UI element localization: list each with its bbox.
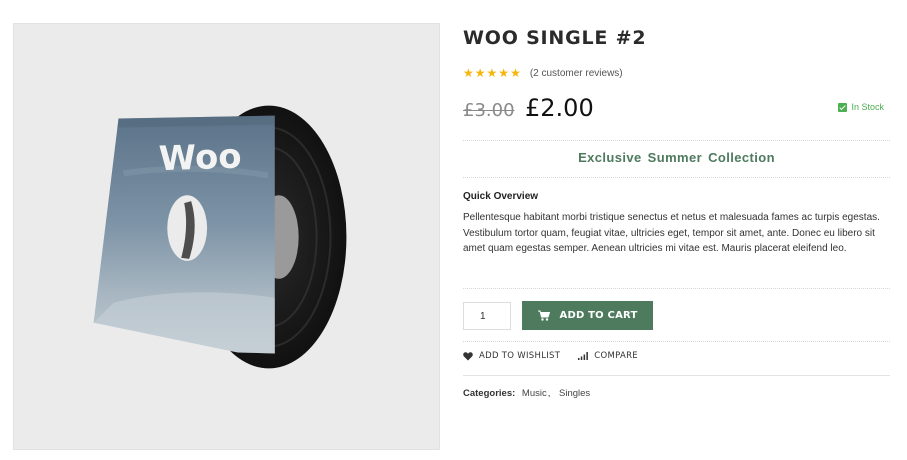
add-to-cart-button[interactable]: ADD TO CART	[522, 301, 653, 330]
product-rating: ★ ★ ★ ★ ★ (2 customer reviews)	[463, 67, 623, 79]
quantity-input[interactable]	[463, 302, 511, 330]
product-image[interactable]: Woo	[13, 23, 440, 450]
add-to-wishlist-label: ADD TO WISHLIST	[479, 351, 561, 361]
price-row: £3.00 £2.00 In Stock	[463, 94, 890, 126]
quick-overview-heading: Quick Overview	[463, 191, 539, 202]
star-icon: ★	[486, 66, 498, 80]
sale-price: £2.00	[525, 94, 594, 122]
check-icon	[838, 102, 848, 112]
categories-label: Categories:	[463, 388, 516, 399]
add-to-wishlist-link[interactable]: ADD TO WISHLIST	[463, 351, 560, 361]
compare-label: COMPARE	[594, 351, 638, 361]
compare-link[interactable]: COMPARE	[578, 351, 638, 361]
star-icon: ★	[474, 66, 486, 80]
category-link-singles[interactable]: Singles	[559, 388, 590, 399]
stock-status: In Stock	[838, 102, 884, 112]
cart-icon	[537, 310, 550, 321]
woo-logo-text: Woo	[158, 136, 242, 178]
product-title: WOO SINGLE #2	[463, 27, 647, 49]
bar-chart-icon	[578, 352, 589, 360]
star-rating: ★ ★ ★ ★ ★	[463, 67, 521, 79]
star-icon: ★	[498, 66, 510, 80]
divider	[463, 177, 890, 178]
collection-heading: Exclusive Summer Collection	[578, 150, 775, 165]
product-categories: Categories: Music, Singles	[463, 388, 590, 399]
stock-status-label: In Stock	[851, 102, 884, 112]
category-separator: ,	[547, 388, 551, 399]
old-price: £3.00	[463, 100, 515, 121]
star-icon: ★	[463, 66, 474, 80]
customer-reviews-link[interactable]: (2 customer reviews)	[530, 68, 623, 79]
category-link-music[interactable]: Music	[522, 388, 547, 399]
star-icon: ★	[510, 66, 521, 80]
divider	[463, 375, 890, 376]
product-actions: ADD TO WISHLIST COMPARE	[463, 351, 638, 361]
divider	[463, 288, 890, 289]
divider	[463, 140, 890, 141]
vinyl-record-image: Woo	[93, 105, 347, 369]
divider	[463, 341, 890, 342]
heart-icon	[463, 351, 473, 361]
add-to-cart-label: ADD TO CART	[559, 310, 638, 321]
quick-overview-text: Pellentesque habitant morbi tristique se…	[463, 212, 880, 254]
